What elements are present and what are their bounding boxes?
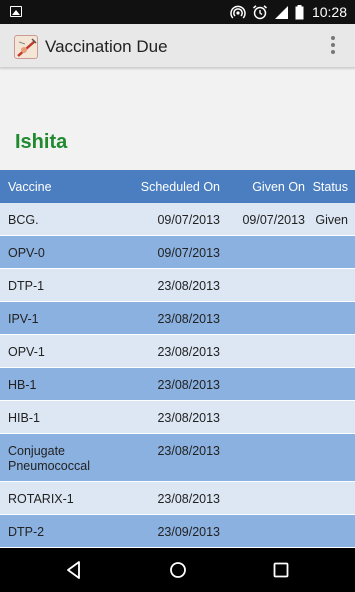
table-row[interactable]: DTP-1 23/08/2013: [0, 269, 355, 302]
scheduled-date: 23/08/2013: [157, 378, 220, 392]
given-date: 09/07/2013: [242, 213, 305, 227]
vaccine-name: BCG.: [8, 213, 39, 227]
table-row[interactable]: HIB-1 23/08/2013: [0, 401, 355, 434]
vaccination-table: Vaccine Scheduled On Given On Status BCG…: [0, 170, 355, 548]
vaccine-name: DTP-1: [8, 279, 45, 293]
status-bar: 10:28: [0, 0, 355, 24]
vaccine-name: HIB-1: [8, 411, 40, 425]
scheduled-date: 23/08/2013: [157, 312, 220, 326]
image-notification-icon: [10, 6, 22, 17]
table-row[interactable]: IPV-1 23/08/2013: [0, 302, 355, 335]
table-row[interactable]: OPV-1 23/08/2013: [0, 335, 355, 368]
scheduled-date: 23/08/2013: [157, 444, 220, 458]
vaccine-name: OPV-1: [8, 345, 45, 359]
table-row[interactable]: ROTARIX-1 23/08/2013: [0, 482, 355, 515]
clock-time: 10:28: [311, 4, 347, 20]
scheduled-date: 23/08/2013: [157, 411, 220, 425]
battery-icon: [295, 4, 304, 19]
vaccine-name: HB-1: [8, 378, 37, 392]
header-scheduled-on: Scheduled On: [140, 180, 220, 194]
status-icons: 10:28: [230, 3, 347, 21]
vaccine-name: OPV-0: [8, 246, 45, 260]
table-header: Vaccine Scheduled On Given On Status: [0, 170, 355, 203]
table-row[interactable]: BCG. 09/07/2013 09/07/2013 Given: [0, 203, 355, 236]
vaccine-name: IPV-1: [8, 312, 39, 326]
vaccine-name: ROTARIX-1: [8, 492, 74, 506]
alarm-icon: [252, 5, 267, 20]
vaccine-name: DTP-2: [8, 525, 45, 539]
action-bar: Vaccination Due: [0, 24, 355, 68]
header-given-on: Given On: [252, 180, 305, 194]
table-row[interactable]: OPV-0 09/07/2013: [0, 236, 355, 269]
scheduled-date: 23/08/2013: [157, 345, 220, 359]
app-title: Vaccination Due: [45, 37, 168, 56]
header-vaccine: Vaccine: [8, 180, 52, 194]
signal-icon: [274, 5, 288, 19]
child-name: Ishita: [15, 131, 68, 153]
app-logo-icon: [14, 35, 38, 59]
table-row[interactable]: HB-1 23/08/2013: [0, 368, 355, 401]
scheduled-date: 23/08/2013: [157, 492, 220, 506]
hotspot-icon: [230, 5, 246, 19]
recents-icon[interactable]: [271, 560, 291, 580]
overflow-menu-icon[interactable]: [329, 36, 337, 56]
scheduled-date: 23/08/2013: [157, 279, 220, 293]
header-status: Status: [312, 180, 348, 194]
scheduled-date: 23/09/2013: [157, 525, 220, 539]
vaccine-name: Conjugate Pneumococcal: [8, 444, 90, 473]
home-icon[interactable]: [168, 560, 188, 580]
table-row[interactable]: DTP-2 23/09/2013: [0, 515, 355, 548]
status-value: Given: [315, 213, 348, 227]
back-icon[interactable]: [64, 560, 84, 580]
scheduled-date: 09/07/2013: [157, 213, 220, 227]
scheduled-date: 09/07/2013: [157, 246, 220, 260]
navigation-bar: [0, 548, 355, 592]
table-row[interactable]: Conjugate Pneumococcal 23/08/2013: [0, 434, 355, 482]
